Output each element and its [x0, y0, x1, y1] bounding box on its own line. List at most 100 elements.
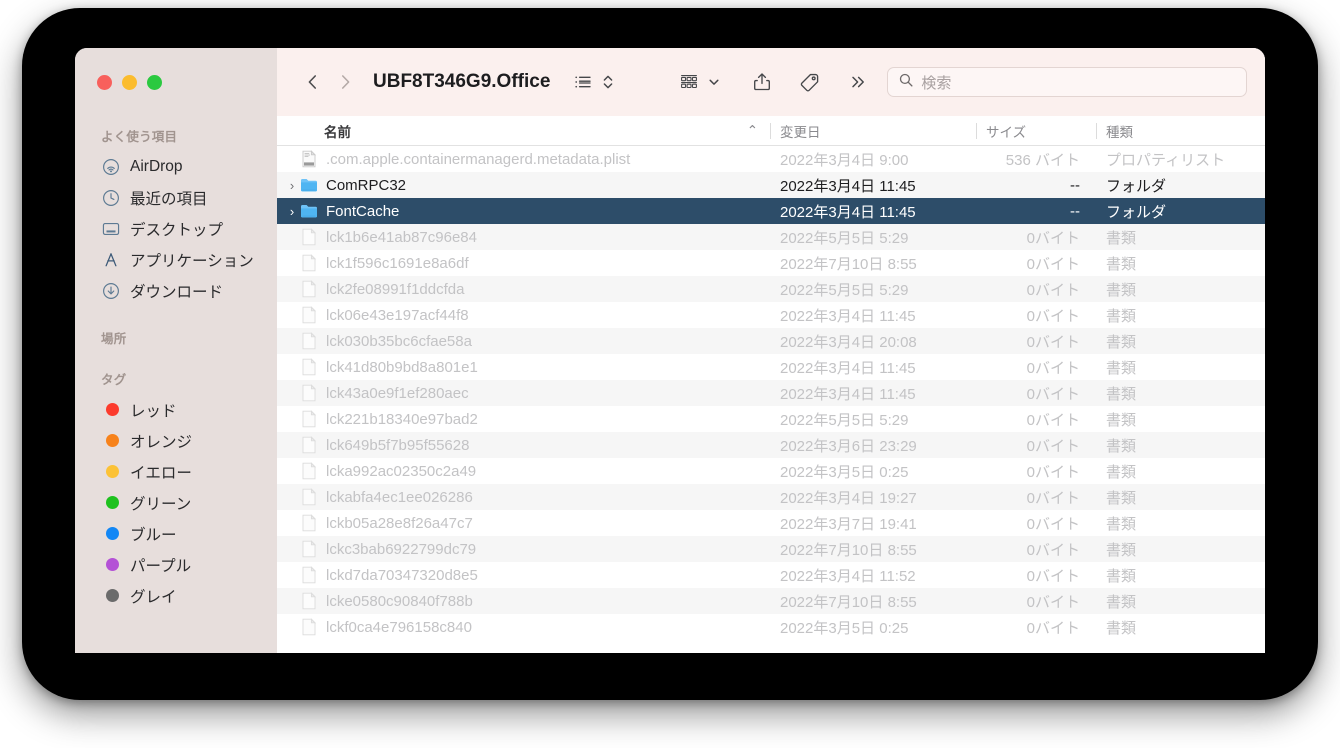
file-size-cell: -- [1070, 202, 1080, 220]
file-name-label: lckb05a28e8f26a47c7 [326, 514, 473, 532]
close-button[interactable] [97, 74, 112, 90]
file-name-cell: lck06e43e197acf44f8 [277, 306, 770, 324]
file-date-cell: 2022年3月4日 11:45 [780, 385, 916, 403]
file-name-label: lckc3bab6922799dc79 [326, 540, 477, 558]
table-row[interactable]: lck030b35bc6cfae58a 2022年3月4日 20:08 0バイト 書類 [277, 328, 1265, 354]
tag-dot-icon [101, 431, 120, 450]
sidebar-item-desktop[interactable]: デスクトップ [75, 213, 277, 244]
file-kind-cell: 書類 [1106, 229, 1137, 247]
back-button[interactable] [297, 66, 329, 98]
table-row[interactable]: .com.apple.containermanagerd.metadata.pl… [277, 146, 1265, 172]
file-name-cell: lckabfa4ec1ee026286 [277, 488, 770, 506]
table-row[interactable]: lckd7da70347320d8e5 2022年3月4日 11:52 0バイト 書類 [277, 562, 1265, 588]
sidebar-item-recents[interactable]: 最近の項目 [75, 182, 277, 213]
file-name-label: lcka992ac02350c2a49 [326, 462, 477, 480]
list-view-icon[interactable] [572, 66, 594, 98]
zoom-button[interactable] [147, 74, 162, 90]
disclosure-triangle-icon[interactable]: › [277, 178, 299, 193]
double-chevron-right-icon[interactable] [847, 66, 869, 98]
sidebar-item-airdrop[interactable]: AirDrop [75, 151, 277, 182]
table-row[interactable]: lck43a0e9f1ef280aec 2022年3月4日 11:45 0バイト 書類 [277, 380, 1265, 406]
table-row[interactable]: lckf0ca4e796158c840 2022年3月5日 0:25 0バイト 書類 [277, 614, 1265, 640]
window-traffic-lights [75, 48, 277, 116]
file-date-cell: 2022年3月4日 9:00 [780, 151, 909, 169]
sidebar-item-label: AirDrop [130, 157, 183, 175]
document-icon [299, 488, 318, 506]
file-name-label: lckabfa4ec1ee026286 [326, 488, 473, 506]
forward-button[interactable] [329, 66, 361, 98]
file-date-cell: 2022年3月7日 19:41 [780, 515, 917, 533]
tag-icon[interactable] [799, 66, 821, 98]
table-row[interactable]: › ComRPC32 2022年3月4日 11:45 -- フォルダ [277, 172, 1265, 198]
file-size-cell: 0バイト [1026, 255, 1080, 273]
table-row[interactable]: lck1f596c1691e8a6df 2022年7月10日 8:55 0バイト 書類 [277, 250, 1265, 276]
search-input[interactable]: 検索 [887, 67, 1247, 97]
file-name-cell: lck1f596c1691e8a6df [277, 254, 770, 272]
tag-dot-icon [101, 493, 120, 512]
file-date-cell: 2022年3月6日 23:29 [780, 437, 917, 455]
sidebar-item-tag-red[interactable]: レッド [75, 394, 277, 425]
sidebar-item-downloads[interactable]: ダウンロード [75, 275, 277, 306]
table-row[interactable]: lckb05a28e8f26a47c7 2022年3月7日 19:41 0バイト 書類 [277, 510, 1265, 536]
table-row[interactable]: lckabfa4ec1ee026286 2022年3月4日 19:27 0バイト 書類 [277, 484, 1265, 510]
table-row[interactable]: lcka992ac02350c2a49 2022年3月5日 0:25 0バイト 書類 [277, 458, 1265, 484]
column-header-size-label: サイズ [986, 124, 1027, 140]
sidebar-item-tag-purple[interactable]: パープル [75, 549, 277, 580]
file-kind-cell: 書類 [1106, 567, 1137, 585]
chevron-down-icon[interactable] [707, 66, 721, 98]
sidebar-item-label: レッド [130, 402, 177, 420]
file-kind-cell: 書類 [1106, 515, 1137, 533]
file-size-cell: -- [1070, 176, 1080, 194]
minimize-button[interactable] [122, 74, 137, 90]
sidebar-item-applications[interactable]: アプリケーション [75, 244, 277, 275]
document-icon [299, 228, 318, 246]
table-row[interactable]: lck41d80b9bd8a801e1 2022年3月4日 11:45 0バイト 書類 [277, 354, 1265, 380]
file-name-cell: lcka992ac02350c2a49 [277, 462, 770, 480]
sidebar-item-tag-green[interactable]: グリーン [75, 487, 277, 518]
file-name-cell: lckb05a28e8f26a47c7 [277, 514, 770, 532]
share-icon[interactable] [751, 66, 773, 98]
disclosure-triangle-icon[interactable]: › [277, 204, 299, 219]
file-name-cell: lck2fe08991f1ddcfda [277, 280, 770, 298]
file-kind-cell: プロパティリスト [1106, 151, 1226, 169]
file-name-cell: lckf0ca4e796158c840 [277, 618, 770, 636]
file-kind-cell: 書類 [1106, 619, 1137, 637]
column-header-name[interactable]: 名前 ⌃ [277, 116, 770, 146]
file-kind-cell: 書類 [1106, 593, 1137, 611]
up-down-chevron-icon[interactable] [601, 66, 615, 98]
sidebar-item-tag-gray[interactable]: グレイ [75, 580, 277, 611]
folder-icon [299, 203, 318, 219]
column-header-size[interactable]: サイズ [976, 116, 1096, 146]
file-name-label: lcke0580c90840f788b [326, 592, 473, 610]
table-row[interactable]: lck221b18340e97bad2 2022年5月5日 5:29 0バイト 書類 [277, 406, 1265, 432]
file-size-cell: 0バイト [1026, 437, 1080, 455]
sidebar-item-tag-orange[interactable]: オレンジ [75, 425, 277, 456]
file-name-cell: .com.apple.containermanagerd.metadata.pl… [277, 150, 770, 168]
column-header-date[interactable]: 変更日 [770, 116, 976, 146]
file-size-cell: 0バイト [1026, 619, 1080, 637]
table-row[interactable]: › FontCache 2022年3月4日 11:45 -- フォルダ [277, 198, 1265, 224]
table-row[interactable]: lcke0580c90840f788b 2022年7月10日 8:55 0バイト 書類 [277, 588, 1265, 614]
document-icon [299, 306, 318, 324]
document-icon [299, 332, 318, 350]
sidebar-item-label: デスクトップ [130, 221, 224, 239]
table-row[interactable]: lck649b5f7b95f55628 2022年3月6日 23:29 0バイト 書類 [277, 432, 1265, 458]
sidebar-item-tag-blue[interactable]: ブルー [75, 518, 277, 549]
file-size-cell: 536 バイト [1005, 151, 1080, 169]
document-icon [299, 410, 318, 428]
table-row[interactable]: lck2fe08991f1ddcfda 2022年5月5日 5:29 0バイト 書類 [277, 276, 1265, 302]
sidebar-item-label: アプリケーション [130, 252, 254, 270]
column-header-kind[interactable]: 種類 [1096, 116, 1265, 146]
sidebar-item-tag-yellow[interactable]: イエロー [75, 456, 277, 487]
table-row[interactable]: lck06e43e197acf44f8 2022年3月4日 11:45 0バイト 書類 [277, 302, 1265, 328]
screenshot-stage: よく使う項目 AirDrop 最近の項目 デスクトップ アプリケーション ダウン… [0, 0, 1340, 748]
file-list[interactable]: .com.apple.containermanagerd.metadata.pl… [277, 146, 1265, 653]
group-by-icon[interactable] [677, 66, 701, 98]
sidebar-item-label: グリーン [130, 495, 192, 513]
file-kind-cell: 書類 [1106, 307, 1137, 325]
file-name-cell: lckc3bab6922799dc79 [277, 540, 770, 558]
file-name-label: .com.apple.containermanagerd.metadata.pl… [326, 150, 631, 168]
table-row[interactable]: lckc3bab6922799dc79 2022年7月10日 8:55 0バイト 書類 [277, 536, 1265, 562]
sort-ascending-icon: ⌃ [746, 122, 758, 138]
table-row[interactable]: lck1b6e41ab87c96e84 2022年5月5日 5:29 0バイト 書類 [277, 224, 1265, 250]
